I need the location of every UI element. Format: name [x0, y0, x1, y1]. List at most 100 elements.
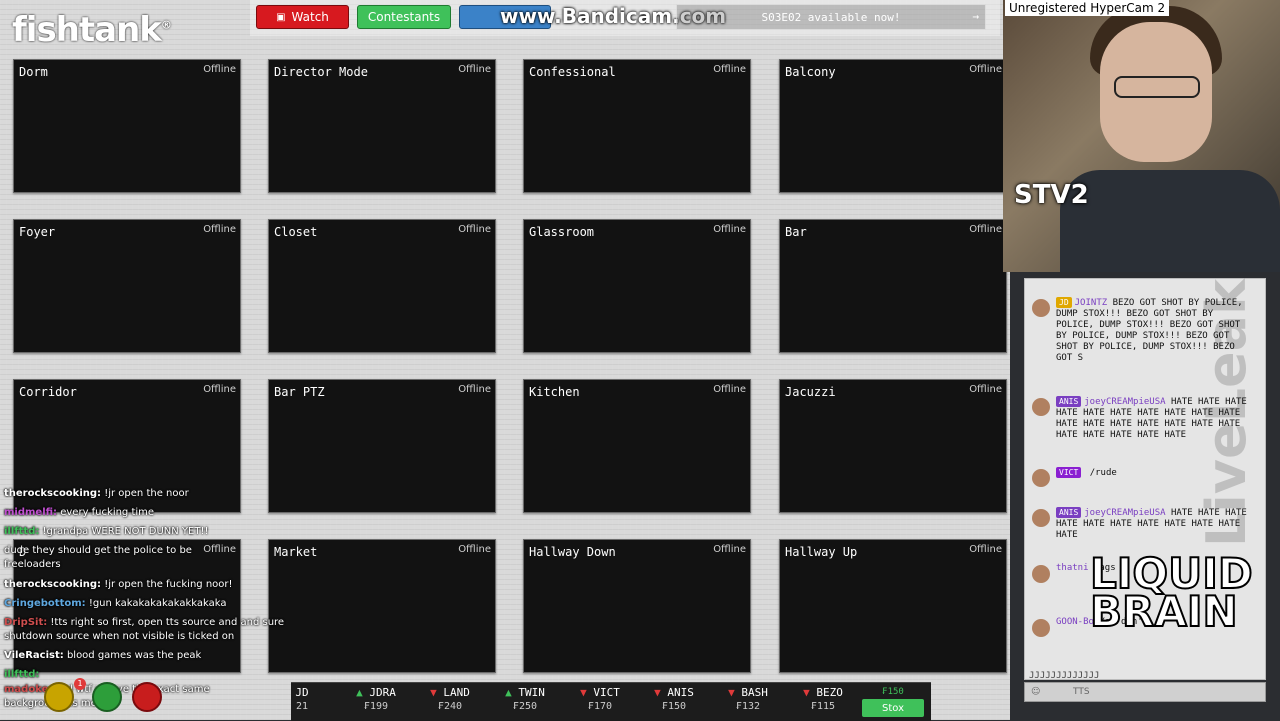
room-status: Offline [458, 224, 491, 235]
room-status: Offline [713, 544, 746, 555]
stock-item[interactable]: ▲ JDRA ₣199 [346, 686, 406, 712]
room-name: Hallway Up [785, 545, 858, 559]
overlay-chat-line: Cringebottom: !gun kakakakakakakkakaka [4, 598, 227, 609]
room-status: Offline [969, 384, 1002, 395]
chat-username[interactable]: JOINTZ [1075, 298, 1108, 308]
stock-name: ▲ TWIN [495, 686, 555, 699]
overlay-chat-line: midmelfi: every fucking time [4, 507, 154, 518]
room-status: Offline [458, 384, 491, 395]
room-card[interactable]: Confessional Offline [523, 59, 751, 193]
contestants-button-label: Contestants [367, 10, 441, 24]
avatar[interactable] [1032, 398, 1050, 416]
room-card[interactable]: Hallway Down Offline [523, 539, 751, 673]
overlay-chat-text: !tts right so first, open tts source and… [50, 617, 285, 628]
room-status: Offline [203, 384, 236, 395]
overlay-chat-text: !jr open the fucking noor! [104, 579, 233, 590]
avatar[interactable] [1032, 299, 1050, 317]
chat-message: ANIS joeyCREAMpieUSA HATE HATE HATE HATE … [1032, 507, 1252, 543]
overlay-chat-text: dude they should get the police to be [4, 545, 192, 556]
watch-button[interactable]: ▣ Watch [256, 5, 349, 29]
user-badge: JD [1056, 297, 1072, 308]
chat-username[interactable]: joeyCREAMpieUSA [1084, 508, 1165, 518]
avatar[interactable] [1032, 619, 1050, 637]
coin-icon[interactable] [44, 682, 74, 712]
stock-name: ▼ LAND [420, 686, 480, 699]
overlay-chat-username: illfttd: [4, 669, 40, 680]
room-name: Jacuzzi [785, 385, 836, 399]
stock-price: ₣132 [735, 701, 761, 712]
chat-username[interactable]: thatni [1056, 563, 1089, 573]
avatar[interactable] [1032, 509, 1050, 527]
stock-name: ▼ VICT [570, 686, 630, 699]
room-card[interactable]: Foyer Offline [13, 219, 241, 353]
avatar[interactable] [1032, 565, 1050, 583]
overlay-chat-username: DripSit: [4, 617, 48, 628]
arrow-right-icon[interactable]: → [972, 10, 979, 23]
liquid-brain-line2: BRAIN [1089, 587, 1239, 636]
room-name: Glassroom [529, 225, 595, 239]
emoji-icon[interactable]: ☺ [1031, 687, 1040, 697]
overlay-chat-line: illfttd: [4, 669, 39, 680]
room-name: Hallway Down [529, 545, 616, 559]
room-card[interactable]: Jacuzzi Offline [779, 379, 1007, 513]
room-card[interactable]: Hallway Up Offline [779, 539, 1007, 673]
stox-button[interactable]: Stox [862, 699, 924, 717]
room-card[interactable]: Director Mode Offline [268, 59, 496, 193]
room-name: Foyer [19, 225, 56, 239]
room-card[interactable]: Glassroom Offline [523, 219, 751, 353]
room-name: Kitchen [529, 385, 580, 399]
watch-button-label: Watch [291, 10, 329, 24]
arrow-down-icon: ▼ [654, 686, 668, 699]
arrow-up-icon: ▲ [505, 686, 519, 699]
stock-name: ▼ ANIS [644, 686, 704, 699]
stock-item[interactable]: ▼ BEZO ₣115 [793, 686, 853, 712]
stox-price: ₣150 [882, 687, 904, 697]
room-status: Offline [458, 64, 491, 75]
avatar[interactable] [1032, 469, 1050, 487]
stock-price: ₣115 [810, 701, 836, 712]
hypercam-watermark: Unregistered HyperCam 2 [1005, 0, 1170, 16]
overlay-chat-username: therockscooking: [4, 488, 102, 499]
room-card[interactable]: Kitchen Offline [523, 379, 751, 513]
stock-name: ▲ JDRA [346, 686, 406, 699]
contestants-button[interactable]: Contestants [357, 5, 451, 29]
stock-item[interactable]: ▼ BASH ₣132 [718, 686, 778, 712]
stock-item[interactable]: ▼ ANIS ₣150 [644, 686, 704, 712]
stock-price: ₣150 [661, 701, 687, 712]
overlay-chat-text: every fucking time [60, 507, 155, 518]
chat-username[interactable]: joeyCREAMpieUSA [1084, 397, 1165, 407]
chat-message: VICT /rude [1032, 467, 1252, 487]
overlay-chat-line: dude they should get the police to be [4, 545, 192, 556]
alert-icon[interactable] [132, 682, 162, 712]
money-icon[interactable] [92, 682, 122, 712]
wolf-sticker: STV2 [1014, 180, 1089, 210]
overlay-chat-username: midmelfi: [4, 507, 58, 518]
stock-item[interactable]: ▼ VICT ₣170 [570, 686, 630, 712]
stock-price: ₣170 [587, 701, 613, 712]
room-card[interactable]: Closet Offline [268, 219, 496, 353]
chat-username[interactable]: GOON-Bo [1056, 617, 1094, 627]
room-card[interactable]: Balcony Offline [779, 59, 1007, 193]
room-card[interactable]: Bar PTZ Offline [268, 379, 496, 513]
stock-item[interactable]: JD 21 [272, 686, 332, 712]
fishtank-logo[interactable]: fishtank® [12, 10, 172, 50]
announcement-banner[interactable]: S03E02 available now! → [676, 4, 986, 30]
stox-button-label: Stox [882, 702, 904, 714]
notification-badge: 1 [74, 678, 86, 690]
tts-button[interactable]: TTS [1073, 687, 1090, 697]
stock-item[interactable]: ▼ LAND ₣240 [420, 686, 480, 712]
stock-ticker: TWIN [518, 686, 545, 699]
stock-ticker: VICT [593, 686, 620, 699]
chat-input[interactable]: JJJJJJJJJJJJJ ☺ TTS [1024, 671, 1266, 702]
stock-item[interactable]: ▲ TWIN ₣250 [495, 686, 555, 712]
stock-ticker: BASH [741, 686, 768, 699]
webcam-glasses [1114, 76, 1200, 98]
room-status: Offline [969, 64, 1002, 75]
arrow-down-icon: ▼ [728, 686, 742, 699]
room-card[interactable]: Market Offline [268, 539, 496, 673]
arrow-up-icon: ▲ [356, 686, 370, 699]
room-card[interactable]: Dorm Offline [13, 59, 241, 193]
room-card[interactable]: Bar Offline [779, 219, 1007, 353]
liquid-brain-logo: LIQUID BRAIN [1089, 552, 1254, 636]
webcam-jacket [1060, 170, 1280, 272]
